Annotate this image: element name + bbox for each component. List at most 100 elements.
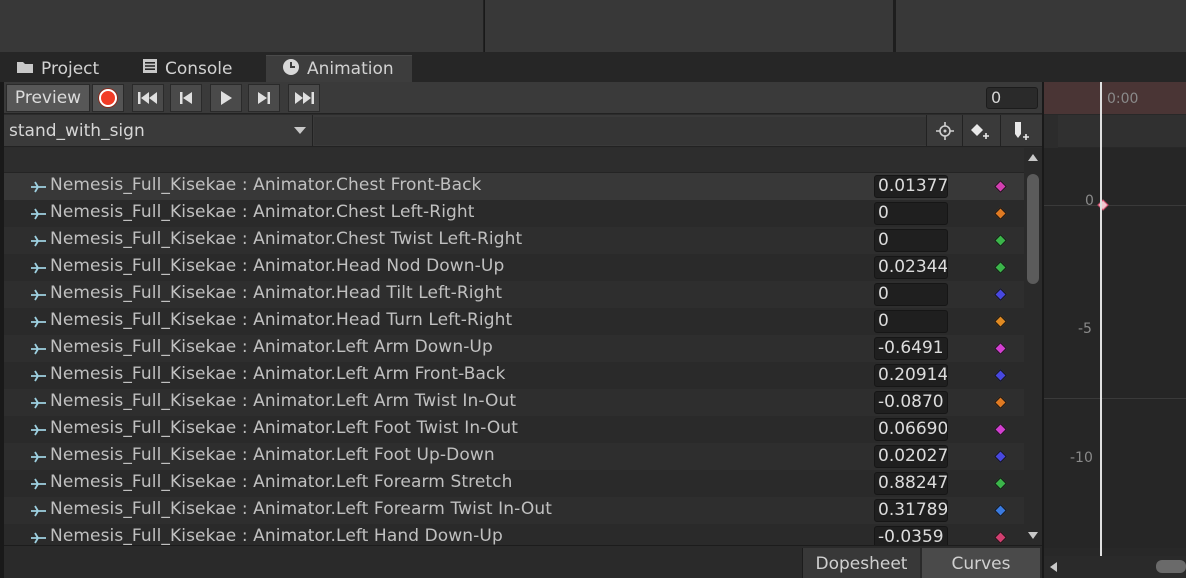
scroll-down-icon[interactable]	[1028, 532, 1038, 539]
property-row[interactable]: Nemesis_Full_Kisekae : Animator.Chest Le…	[4, 200, 1024, 227]
record-button[interactable]	[92, 84, 124, 112]
property-row[interactable]: Nemesis_Full_Kisekae : Animator.Left Arm…	[4, 389, 1024, 416]
property-value-field[interactable]: 0.02344	[874, 256, 948, 279]
first-keyframe-button[interactable]	[132, 84, 164, 112]
property-value-field[interactable]: 0	[874, 202, 948, 225]
property-label: Nemesis_Full_Kisekae : Animator.Chest Le…	[50, 202, 475, 222]
divider	[312, 115, 313, 147]
scrollbar-thumb[interactable]	[1027, 174, 1039, 284]
playhead[interactable]	[1100, 82, 1102, 557]
property-row[interactable]: Nemesis_Full_Kisekae : Animator.Head Tur…	[4, 308, 1024, 335]
record-icon	[99, 89, 117, 107]
keyframe-diamond-icon[interactable]	[994, 207, 1007, 220]
time-ruler[interactable]: 0:00	[1044, 82, 1186, 114]
keyframe-diamond-icon[interactable]	[994, 261, 1007, 274]
event-track[interactable]	[1044, 115, 1186, 147]
property-row[interactable]: Nemesis_Full_Kisekae : Animator.Left Foo…	[4, 443, 1024, 470]
property-value-field[interactable]: 0.31789	[874, 499, 948, 522]
property-row[interactable]: Nemesis_Full_Kisekae : Animator.Left Foo…	[4, 416, 1024, 443]
keyframe-diamond-icon[interactable]	[994, 531, 1007, 544]
last-keyframe-button[interactable]	[288, 84, 320, 112]
scrollbar-thumb[interactable]	[1156, 560, 1186, 573]
property-row[interactable]: Nemesis_Full_Kisekae : Animator.Chest Tw…	[4, 227, 1024, 254]
add-event-icon	[1014, 122, 1029, 140]
property-label: Nemesis_Full_Kisekae : Animator.Left Arm…	[50, 391, 517, 411]
property-value-field[interactable]: 0	[874, 283, 948, 306]
keyframe-diamond-icon[interactable]	[994, 234, 1007, 247]
dopesheet-button[interactable]: Dopesheet	[802, 548, 920, 578]
timeline-scrollbar[interactable]	[1044, 556, 1186, 578]
scroll-left-icon[interactable]	[1050, 562, 1057, 572]
grid-line	[1044, 398, 1186, 399]
property-value-field[interactable]: 0.88247	[874, 472, 948, 495]
keyframe-diamond-icon[interactable]	[994, 477, 1007, 490]
property-row[interactable]: Nemesis_Full_Kisekae : Animator.Left Han…	[4, 524, 1024, 545]
property-value-field[interactable]: 0	[874, 229, 948, 252]
add-keyframe-button[interactable]	[962, 115, 998, 147]
property-label: Nemesis_Full_Kisekae : Animator.Head Til…	[50, 283, 503, 303]
curves-button[interactable]: Curves	[922, 548, 1040, 578]
property-list: Nemesis_Full_Kisekae : Animator.Chest Fr…	[4, 173, 1024, 545]
clip-row-spacer	[314, 117, 926, 145]
property-row[interactable]: Nemesis_Full_Kisekae : Animator.Left Arm…	[4, 362, 1024, 389]
tab-console[interactable]: Console	[126, 55, 266, 82]
property-value-field[interactable]: 0.01377	[874, 175, 948, 198]
animation-toolbar: Preview 0	[4, 82, 1042, 114]
property-curve-icon	[30, 179, 48, 198]
keyframe-diamond-icon[interactable]	[994, 396, 1007, 409]
keyframe-diamond-icon[interactable]	[994, 423, 1007, 436]
property-label: Nemesis_Full_Kisekae : Animator.Left Foo…	[50, 418, 519, 438]
frame-number-field[interactable]: 0	[986, 87, 1038, 109]
property-row[interactable]: Nemesis_Full_Kisekae : Animator.Left For…	[4, 470, 1024, 497]
curve-grid[interactable]: 0 -5 -10	[1044, 148, 1186, 548]
property-value-field[interactable]: 0.02027	[874, 445, 948, 468]
property-value-field[interactable]: -0.6491	[874, 337, 948, 360]
keyframe-diamond-icon[interactable]	[994, 315, 1007, 328]
property-value-field[interactable]: 0.20914	[874, 364, 948, 387]
chevron-down-icon	[294, 127, 306, 134]
play-button[interactable]	[210, 84, 242, 112]
next-keyframe-button[interactable]	[248, 84, 280, 112]
property-row[interactable]: Nemesis_Full_Kisekae : Animator.Chest Fr…	[4, 173, 1024, 200]
preview-button[interactable]: Preview	[6, 84, 90, 112]
property-curve-icon	[30, 260, 48, 279]
tab-label: Console	[165, 58, 233, 79]
property-curve-icon	[30, 449, 48, 468]
previous-keyframe-button[interactable]	[170, 84, 202, 112]
add-event-button[interactable]	[1000, 115, 1042, 147]
keyframe-diamond-icon[interactable]	[994, 369, 1007, 382]
property-curve-icon	[30, 206, 48, 225]
property-list-scrollbar[interactable]	[1024, 148, 1042, 545]
property-label: Nemesis_Full_Kisekae : Animator.Chest Tw…	[50, 229, 523, 249]
property-curve-icon	[30, 314, 48, 333]
keyframe-diamond-icon[interactable]	[994, 504, 1007, 517]
property-label: Nemesis_Full_Kisekae : Animator.Head Tur…	[50, 310, 513, 330]
keyframe-diamond-icon[interactable]	[994, 342, 1007, 355]
property-value-field[interactable]: -0.0359	[874, 526, 948, 545]
keyframe-diamond-icon[interactable]	[994, 450, 1007, 463]
property-value-field[interactable]: -0.0870	[874, 391, 948, 414]
property-label: Nemesis_Full_Kisekae : Animator.Left Arm…	[50, 364, 506, 384]
property-row[interactable]: Nemesis_Full_Kisekae : Animator.Left For…	[4, 497, 1024, 524]
scroll-up-icon[interactable]	[1028, 154, 1038, 161]
clip-dropdown[interactable]: stand_with_sign	[4, 117, 312, 145]
property-row[interactable]: Nemesis_Full_Kisekae : Animator.Head Til…	[4, 281, 1024, 308]
property-value-field[interactable]: 0.06690	[874, 418, 948, 441]
axis-label-minus-10: -10	[1070, 450, 1093, 466]
property-row[interactable]: Nemesis_Full_Kisekae : Animator.Left Arm…	[4, 335, 1024, 362]
keyframe-diamond-icon[interactable]	[994, 288, 1007, 301]
axis-label-0: 0	[1085, 193, 1094, 209]
keyframe-diamond-icon[interactable]	[994, 180, 1007, 193]
property-row[interactable]: Nemesis_Full_Kisekae : Animator.Head Nod…	[4, 254, 1024, 281]
curve-timeline[interactable]: 0:00 0 -5 -10	[1044, 82, 1186, 578]
clip-row: stand_with_sign	[4, 115, 1042, 147]
filter-by-selection-button[interactable]	[926, 115, 962, 147]
property-value-field[interactable]: 0	[874, 310, 948, 333]
tab-animation[interactable]: Animation	[266, 55, 412, 82]
property-label: Nemesis_Full_Kisekae : Animator.Left Han…	[50, 526, 503, 545]
tab-project[interactable]: Project	[0, 55, 130, 82]
property-curve-icon	[30, 503, 48, 522]
tab-label: Project	[41, 58, 100, 79]
property-curve-icon	[30, 476, 48, 495]
property-curve-icon	[30, 422, 48, 441]
